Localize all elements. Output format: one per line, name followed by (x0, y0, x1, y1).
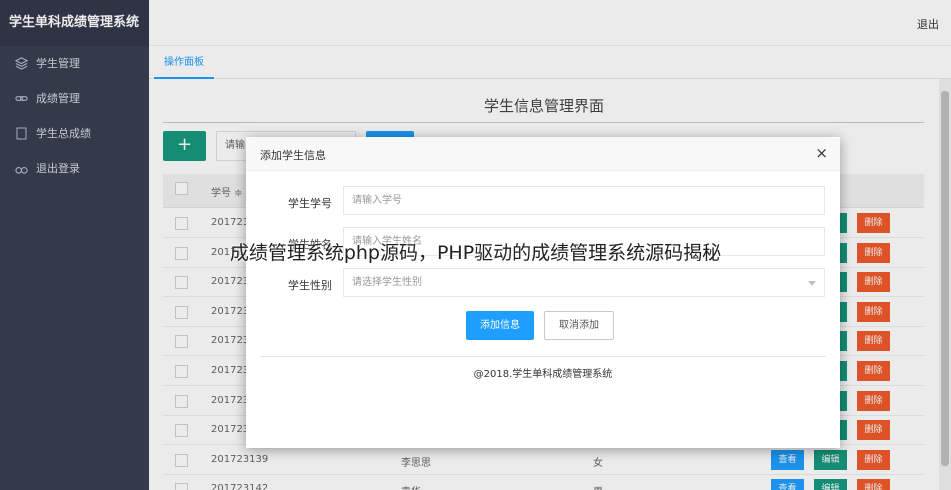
chevron-down-icon (808, 281, 816, 286)
divider (260, 356, 826, 357)
student-gender-select[interactable]: 请选择学生性别 (343, 268, 825, 297)
gender-select-value: 请选择学生性别 (352, 277, 422, 288)
student-name-input[interactable]: 请输入学生姓名 (343, 227, 825, 256)
student-name-label: 学生姓名 (288, 238, 332, 251)
student-gender-label: 学生性别 (288, 279, 332, 292)
dialog-footer: @2018.学生单科成绩管理系统 (473, 369, 613, 380)
cancel-add-button[interactable]: 取消添加 (544, 311, 614, 340)
student-id-input[interactable]: 请输入学号 (343, 186, 825, 215)
dialog-header: 添加学生信息 × (246, 137, 840, 171)
add-info-button[interactable]: 添加信息 (466, 311, 534, 340)
add-student-dialog: 添加学生信息 × 学生学号 请输入学号 学生姓名 请输入学生姓名 学生性别 请选… (246, 137, 840, 448)
student-id-label: 学生学号 (288, 197, 332, 210)
dialog-title: 添加学生信息 (260, 149, 326, 162)
close-icon[interactable]: × (815, 144, 828, 162)
